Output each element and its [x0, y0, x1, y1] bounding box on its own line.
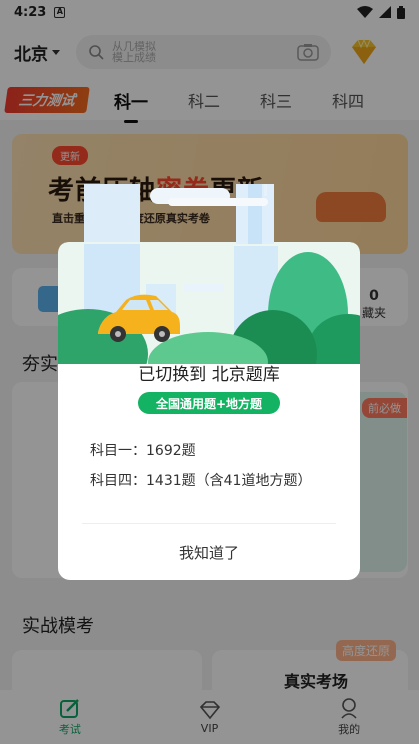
got-it-button[interactable]: 我知道了	[58, 524, 360, 580]
city-illustration	[58, 184, 360, 364]
subject-4-count: 科目四：1431题（含41道地方题）	[90, 473, 312, 489]
city-switch-dialog: 已切换到 北京题库 全国通用题+地方题 科目一：1692题 科目四：1431题（…	[58, 184, 360, 580]
dialog-title: 已切换到 北京题库	[138, 365, 280, 385]
subject-1-count: 科目一：1692题	[90, 443, 196, 459]
question-bank-tag: 全国通用题+地方题	[138, 392, 280, 414]
